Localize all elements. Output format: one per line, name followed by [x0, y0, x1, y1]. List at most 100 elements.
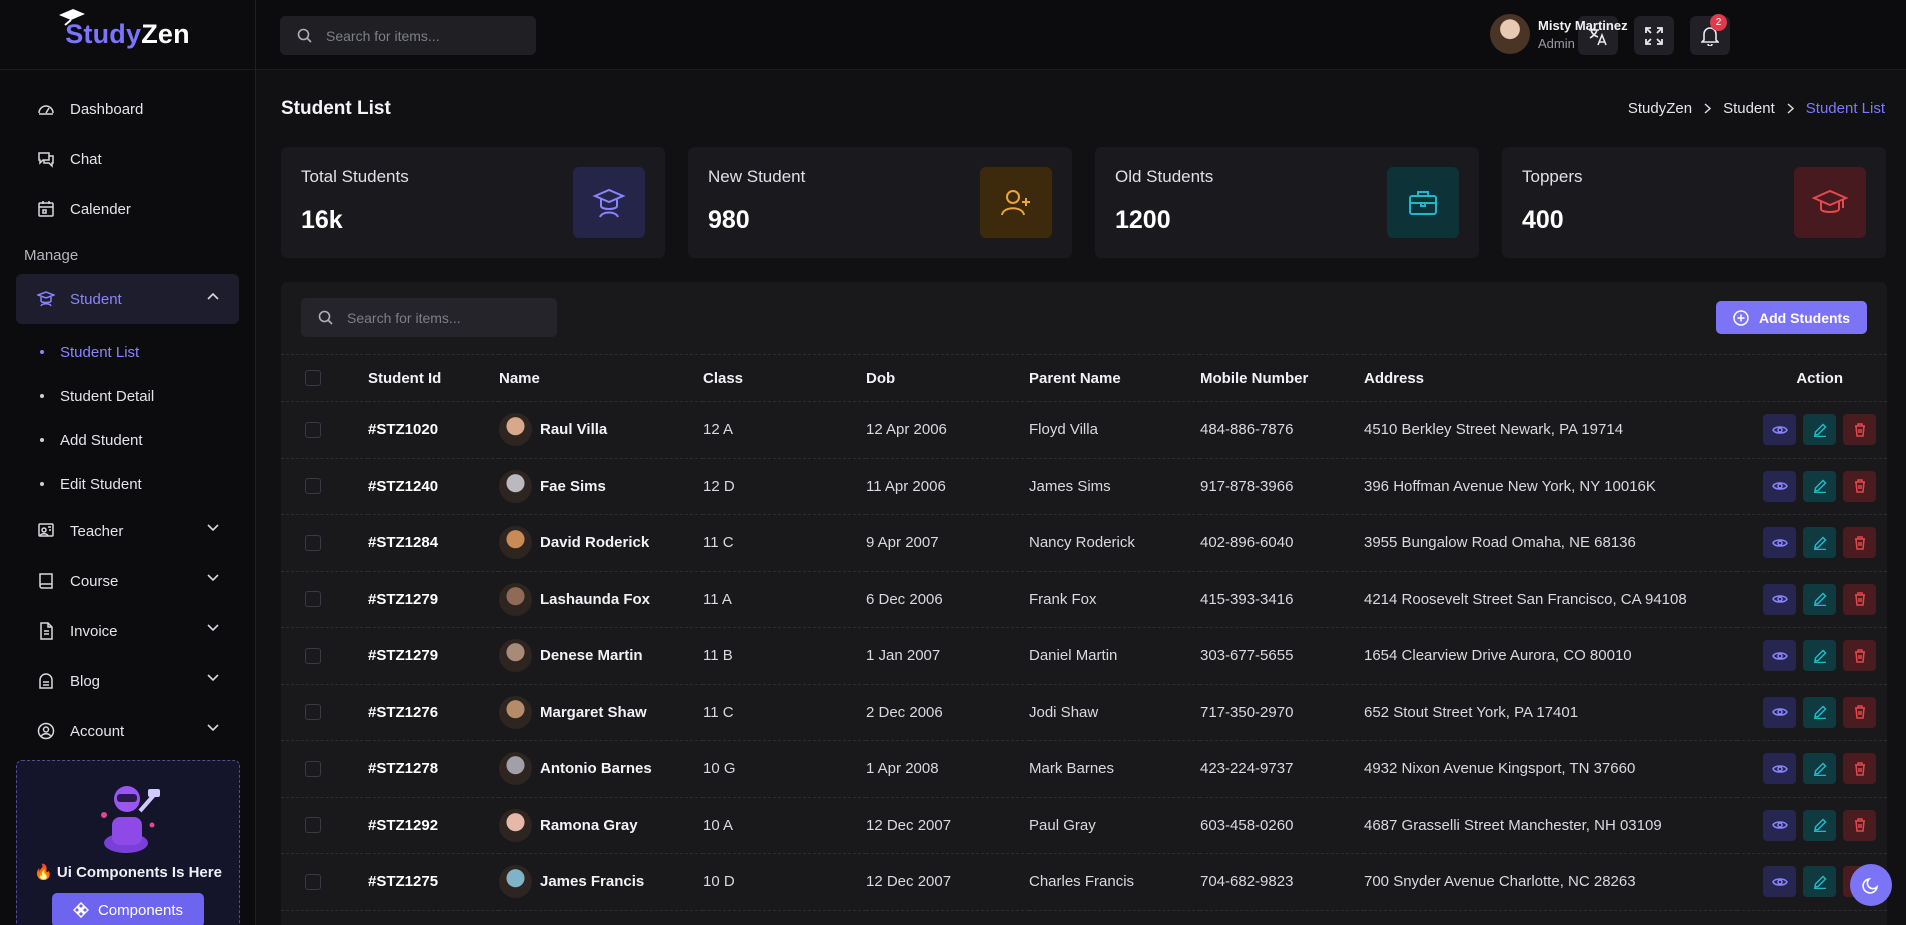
delete-button[interactable] [1843, 583, 1876, 615]
select-all-checkbox[interactable] [305, 370, 321, 386]
student-id: #STZ1276 [368, 684, 499, 741]
view-button[interactable] [1763, 414, 1796, 446]
sidebar-item-account[interactable]: Account [0, 706, 255, 756]
column-header-dob[interactable]: Dob [866, 354, 1029, 402]
table-row[interactable]: #STZ1284 David Roderick 11 C 9 Apr 2007 … [281, 514, 1887, 572]
mobile-number: 415-393-3416 [1200, 571, 1364, 628]
delete-button[interactable] [1843, 640, 1876, 672]
sidebar: StudyZen Dashboard Chat Calender Manage … [0, 0, 256, 925]
row-checkbox[interactable] [305, 873, 321, 890]
add-students-button[interactable]: Add Students [1716, 301, 1867, 334]
student-name[interactable]: Ramona Gray [540, 817, 638, 834]
sidebar-subitem-student-detail[interactable]: Student Detail [0, 374, 255, 418]
breadcrumb-item-student[interactable]: Student [1723, 100, 1775, 117]
sidebar-item-course[interactable]: Course [0, 556, 255, 606]
column-header-class[interactable]: Class [703, 354, 866, 402]
column-header-name[interactable]: Name [499, 354, 703, 402]
student-name[interactable]: Raul Villa [540, 421, 607, 438]
notifications-button[interactable]: 2 [1690, 14, 1730, 55]
table-row[interactable]: #STZ1020 Raul Villa 12 A 12 Apr 2006 Flo… [281, 401, 1887, 459]
row-checkbox[interactable] [305, 647, 321, 664]
student-name[interactable]: David Roderick [540, 534, 649, 551]
student-name[interactable]: Margaret Shaw [540, 704, 647, 721]
student-name[interactable]: Denese Martin [540, 647, 643, 664]
components-button[interactable]: Components [52, 893, 204, 925]
sidebar-item-teacher[interactable]: Teacher [0, 506, 255, 556]
sidebar-item-invoice[interactable]: Invoice [0, 606, 255, 656]
edit-button[interactable] [1803, 866, 1836, 898]
table-row[interactable]: #STZ1279 Lashaunda Fox 11 A 6 Dec 2006 F… [281, 571, 1887, 628]
plus-circle-icon [1733, 309, 1749, 326]
row-checkbox[interactable] [305, 817, 321, 834]
edit-button[interactable] [1803, 527, 1836, 559]
sidebar-item-student[interactable]: Student [16, 274, 239, 324]
edit-button[interactable] [1803, 753, 1836, 785]
view-button[interactable] [1763, 696, 1796, 728]
delete-button[interactable] [1843, 753, 1876, 785]
column-header-mobile-number[interactable]: Mobile Number [1200, 354, 1364, 402]
view-button[interactable] [1763, 640, 1796, 672]
student-name[interactable]: James Francis [540, 873, 644, 890]
delete-button[interactable] [1843, 527, 1876, 559]
sidebar-item-label: Course [70, 572, 119, 590]
edit-button[interactable] [1803, 470, 1836, 502]
view-button[interactable] [1763, 470, 1796, 502]
trash-icon [1854, 818, 1865, 832]
edit-button[interactable] [1803, 583, 1836, 615]
edit-button[interactable] [1803, 696, 1836, 728]
table-row[interactable]: #STZ1275 James Francis 10 D 12 Dec 2007 … [281, 853, 1887, 911]
view-button[interactable] [1763, 753, 1796, 785]
row-checkbox[interactable] [305, 534, 321, 551]
table-row[interactable]: #STZ1292 Ramona Gray 10 A 12 Dec 2007 Pa… [281, 797, 1887, 854]
view-button[interactable] [1763, 583, 1796, 615]
student-id: #STZ1292 [368, 797, 499, 854]
fullscreen-button[interactable] [1634, 16, 1674, 55]
stat-card-toppers: Toppers 400 [1502, 147, 1886, 258]
sidebar-item-calender[interactable]: Calender [0, 184, 255, 234]
row-checkbox[interactable] [305, 704, 321, 721]
column-header-parent-name[interactable]: Parent Name [1029, 354, 1200, 402]
sidebar-item-blog[interactable]: Blog [0, 656, 255, 706]
table-row[interactable]: #STZ1279 Denese Martin 11 B 1 Jan 2007 D… [281, 627, 1887, 685]
parent-name: James Sims [1029, 458, 1200, 515]
sidebar-item-chat[interactable]: Chat [0, 134, 255, 184]
delete-button[interactable] [1843, 696, 1876, 728]
sidebar-item-dashboard[interactable]: Dashboard [0, 84, 255, 134]
student-name[interactable]: Fae Sims [540, 478, 606, 495]
student-dob: 1 Jan 2007 [866, 627, 1029, 685]
user-menu[interactable]: Misty Martinez Admin [1490, 14, 1628, 54]
student-id: #STZ1275 [368, 853, 499, 911]
student-name[interactable]: Lashaunda Fox [540, 591, 650, 608]
logo[interactable]: StudyZen [0, 0, 255, 70]
pencil-icon [1813, 423, 1827, 437]
table-row[interactable]: #STZ1276 Margaret Shaw 11 C 2 Dec 2006 J… [281, 684, 1887, 741]
theme-toggle-button[interactable] [1850, 864, 1892, 906]
view-button[interactable] [1763, 527, 1796, 559]
mobile-number: 484-886-7876 [1200, 401, 1364, 459]
student-name[interactable]: Antonio Barnes [540, 760, 652, 777]
edit-button[interactable] [1803, 640, 1836, 672]
column-header-student-id[interactable]: Student Id [368, 354, 499, 402]
table-row[interactable]: #STZ1240 Fae Sims 12 D 11 Apr 2006 James… [281, 458, 1887, 515]
column-header-address[interactable]: Address [1364, 354, 1737, 402]
table-row[interactable]: #STZ1278 Antonio Barnes 10 G 1 Apr 2008 … [281, 740, 1887, 798]
edit-button[interactable] [1803, 809, 1836, 841]
view-button[interactable] [1763, 866, 1796, 898]
delete-button[interactable] [1843, 414, 1876, 446]
sidebar-subitem-add-student[interactable]: Add Student [0, 418, 255, 462]
edit-button[interactable] [1803, 414, 1836, 446]
top-search-input[interactable]: Search for items... [280, 16, 536, 55]
sidebar-subitem-edit-student[interactable]: Edit Student [0, 462, 255, 506]
student-class: 11 C [703, 684, 866, 741]
row-checkbox[interactable] [305, 591, 321, 608]
list-search-input[interactable]: Search for items... [301, 298, 557, 337]
delete-button[interactable] [1843, 809, 1876, 841]
row-checkbox[interactable] [305, 760, 321, 777]
delete-button[interactable] [1843, 470, 1876, 502]
breadcrumb-item-studyzen[interactable]: StudyZen [1628, 100, 1692, 117]
sidebar-subitem-student-list[interactable]: Student List [0, 330, 255, 374]
view-button[interactable] [1763, 809, 1796, 841]
row-checkbox[interactable] [305, 421, 321, 438]
row-checkbox[interactable] [305, 478, 321, 495]
avatar [499, 639, 532, 673]
